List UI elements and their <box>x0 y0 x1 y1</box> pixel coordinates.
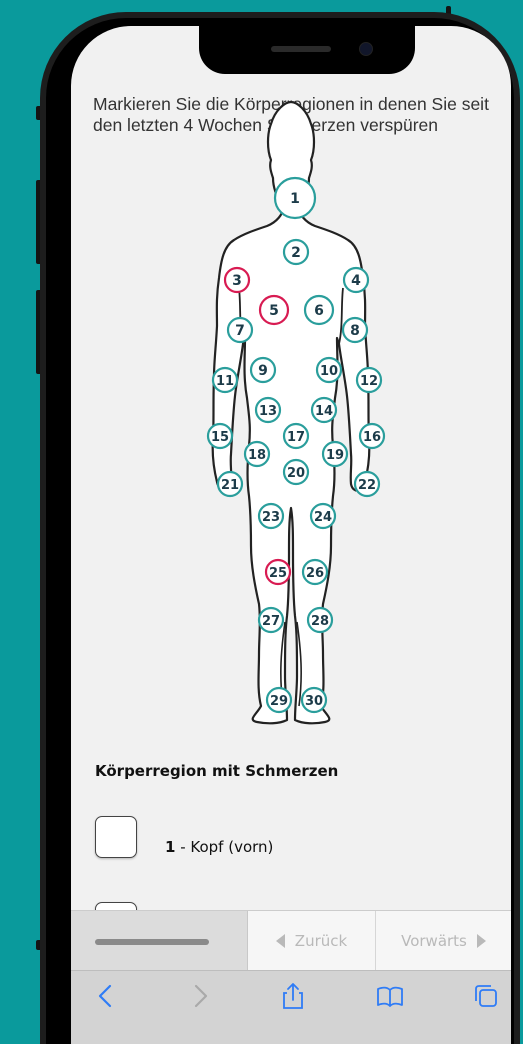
progress-area <box>71 911 248 971</box>
checkbox-label-text: - Kopf (vorn) <box>175 838 274 856</box>
navigation-bar: Zurück Vorwärts <box>71 910 511 971</box>
region-marker-23[interactable]: 23 <box>257 502 285 530</box>
region-marker-12[interactable]: 12 <box>355 366 383 394</box>
region-marker-7[interactable]: 7 <box>226 316 254 344</box>
region-marker-15[interactable]: 15 <box>206 422 234 450</box>
region-number: 11 <box>216 374 234 389</box>
region-marker-19[interactable]: 19 <box>321 440 349 468</box>
region-number: 9 <box>258 363 268 379</box>
region-number: 13 <box>259 404 277 419</box>
region-marker-3[interactable]: 3 <box>223 266 251 294</box>
forward-button[interactable]: Vorwärts <box>376 911 511 971</box>
region-number: 10 <box>320 364 338 379</box>
region-marker-30[interactable]: 30 <box>300 686 328 714</box>
home-indicator <box>95 939 209 945</box>
region-number: 28 <box>311 614 329 629</box>
section-title: Körperregion mit Schmerzen <box>95 762 339 780</box>
region-number: 24 <box>314 510 332 525</box>
region-number: 18 <box>248 448 266 463</box>
region-marker-5[interactable]: 5 <box>258 294 290 326</box>
region-marker-24[interactable]: 24 <box>309 502 337 530</box>
region-marker-26[interactable]: 26 <box>301 558 329 586</box>
region-marker-2[interactable]: 2 <box>282 238 310 266</box>
region-marker-6[interactable]: 6 <box>303 294 335 326</box>
region-marker-22[interactable]: 22 <box>353 470 381 498</box>
region-number: 26 <box>306 566 324 581</box>
back-button[interactable]: Zurück <box>248 911 376 971</box>
back-icon[interactable] <box>91 981 121 1011</box>
tabs-icon[interactable] <box>471 981 501 1011</box>
region-number: 25 <box>269 566 287 581</box>
chevron-left-icon <box>275 934 285 948</box>
back-label: Zurück <box>294 932 348 950</box>
region-number: 15 <box>211 430 229 445</box>
checkbox-region-1[interactable] <box>95 816 137 858</box>
safari-toolbar <box>71 970 511 1044</box>
region-marker-4[interactable]: 4 <box>342 266 370 294</box>
region-number: 3 <box>232 273 242 289</box>
body-map: 123 45 67 89 1011 1213 1415 161718 192021 2223 242… <box>206 100 386 725</box>
region-marker-10[interactable]: 10 <box>315 356 343 384</box>
region-number: 1 <box>290 191 300 207</box>
region-number: 14 <box>315 404 333 419</box>
region-number: 19 <box>326 448 344 463</box>
region-number: 16 <box>363 430 381 445</box>
region-marker-9[interactable]: 9 <box>249 356 277 384</box>
screen: Markieren Sie die Körperregionen in dene… <box>71 26 511 1044</box>
region-number: 6 <box>314 303 324 319</box>
region-marker-25[interactable]: 25 <box>264 558 292 586</box>
forward-label: Vorwärts <box>401 932 467 950</box>
checkbox-label-number: 1 <box>165 838 176 856</box>
region-marker-20[interactable]: 20 <box>282 458 310 486</box>
region-number: 4 <box>351 273 361 289</box>
region-marker-16[interactable]: 16 <box>358 422 386 450</box>
chevron-right-icon <box>476 934 486 948</box>
region-marker-27[interactable]: 27 <box>257 606 285 634</box>
region-marker-21[interactable]: 21 <box>216 470 244 498</box>
region-number: 12 <box>360 374 378 389</box>
region-number: 30 <box>305 694 323 709</box>
region-number: 7 <box>235 323 245 339</box>
checkbox-label-region-1: 1 - Kopf (vorn) <box>165 838 273 856</box>
bookmarks-icon[interactable] <box>375 981 405 1011</box>
region-marker-11[interactable]: 11 <box>211 366 239 394</box>
region-number: 21 <box>221 478 239 493</box>
region-number: 27 <box>262 614 280 629</box>
region-marker-17[interactable]: 17 <box>282 422 310 450</box>
region-marker-14[interactable]: 14 <box>310 396 338 424</box>
region-marker-8[interactable]: 8 <box>341 316 369 344</box>
region-marker-28[interactable]: 28 <box>306 606 334 634</box>
region-number: 29 <box>270 694 288 709</box>
region-marker-18[interactable]: 18 <box>243 440 271 468</box>
region-number: 2 <box>291 245 301 261</box>
forward-icon[interactable] <box>185 981 215 1011</box>
region-marker-1[interactable]: 1 <box>273 176 317 220</box>
region-number: 5 <box>269 303 279 319</box>
region-number: 20 <box>287 466 305 481</box>
region-number: 17 <box>287 430 305 445</box>
region-number: 8 <box>350 323 360 339</box>
share-icon[interactable] <box>278 981 308 1011</box>
region-number: 23 <box>262 510 280 525</box>
region-number: 22 <box>358 478 376 493</box>
region-marker-29[interactable]: 29 <box>265 686 293 714</box>
region-marker-13[interactable]: 13 <box>254 396 282 424</box>
